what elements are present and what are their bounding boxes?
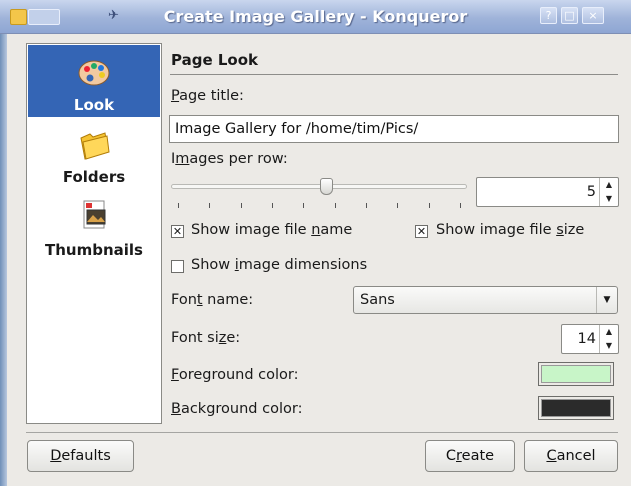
spin-up-icon[interactable]: ▲: [600, 325, 618, 339]
label-text: name:: [202, 292, 254, 308]
label-text: age title:: [179, 88, 244, 104]
label-text: ame: [320, 222, 353, 238]
label-text: C: [445, 448, 457, 464]
desktop-edge: [0, 34, 7, 486]
color-swatch: [541, 399, 611, 417]
page-heading: Page Look: [171, 51, 258, 69]
window-title: Create Image Gallery - Konqueror: [163, 7, 468, 26]
spin-down-icon[interactable]: ▼: [600, 192, 618, 206]
button-divider: [26, 432, 618, 433]
label-text: oreground color:: [178, 367, 299, 383]
slider-tick: [397, 203, 398, 208]
font-name-label: Font name:: [171, 292, 253, 308]
close-button[interactable]: ×: [582, 7, 604, 24]
page-title-label: Page title:: [171, 88, 244, 104]
spinbox-value: 14: [577, 331, 596, 347]
combobox-value: Sans: [360, 292, 395, 308]
label-text: ages per row:: [189, 151, 288, 167]
label-text: Show: [191, 257, 235, 273]
label-accel: F: [171, 367, 179, 383]
label-accel: m: [175, 151, 190, 167]
spinbox-value: 5: [586, 184, 596, 200]
slider-tick: [178, 203, 179, 208]
show-name-label[interactable]: Show image file name: [191, 222, 352, 238]
folder-icon: [80, 132, 110, 160]
show-name-checkbox[interactable]: ✕: [171, 225, 184, 238]
page-title-input[interactable]: [169, 115, 619, 143]
label-text: mage dimensions: [238, 257, 368, 273]
sidebar-item-label: Thumbnails: [45, 241, 143, 259]
show-size-label[interactable]: Show image file size: [436, 222, 584, 238]
label-accel: C: [546, 448, 557, 464]
label-text: eate: [461, 448, 495, 464]
images-per-row-label: Images per row:: [171, 151, 288, 167]
label-text: Font si: [171, 330, 219, 346]
sidebar-item-folders[interactable]: Folders: [28, 120, 160, 190]
label-accel: P: [171, 88, 180, 104]
sidebar-item-look[interactable]: Look: [28, 45, 160, 117]
show-dimensions-label[interactable]: Show image dimensions: [191, 257, 367, 273]
sidebar-item-label: Folders: [62, 168, 126, 186]
checkmark-icon: ✕: [172, 225, 183, 238]
font-size-label: Font size:: [171, 330, 240, 346]
thumbnail-image-icon: [83, 200, 106, 229]
sidebar-item-thumbnails[interactable]: Thumbnails: [28, 194, 160, 264]
label-text: Show image file: [191, 222, 312, 238]
page-sidebar: Look Folders Thumbnails: [26, 43, 162, 424]
font-size-spinbox[interactable]: 14 ▲ ▼: [561, 324, 619, 354]
slider-tick: [460, 203, 461, 208]
slider-handle[interactable]: [319, 178, 333, 195]
font-name-combobox[interactable]: Sans ▼: [353, 286, 618, 314]
background-color-label: Background color:: [171, 401, 302, 417]
label-accel: s: [556, 222, 564, 238]
slider-tick: [335, 203, 336, 208]
label-accel: D: [50, 448, 62, 464]
chevron-down-icon[interactable]: ▼: [596, 287, 617, 313]
defaults-button[interactable]: Defaults: [27, 440, 134, 472]
foreground-color-label: Foreground color:: [171, 367, 299, 383]
images-per-row-spinbox[interactable]: 5 ▲ ▼: [476, 177, 619, 207]
spin-down-icon[interactable]: ▼: [600, 339, 618, 353]
label-text: ize: [563, 222, 585, 238]
slider-tick: [209, 203, 210, 208]
label-text: ancel: [556, 448, 596, 464]
label-text: ackground color:: [180, 401, 303, 417]
palette-icon: [78, 60, 110, 86]
help-button[interactable]: ?: [540, 7, 557, 24]
slider-tick: [272, 203, 273, 208]
show-size-checkbox[interactable]: ✕: [415, 225, 428, 238]
label-text: efaults: [61, 448, 111, 464]
label-accel: B: [171, 401, 181, 417]
show-dimensions-checkbox[interactable]: [171, 260, 184, 273]
slider-tick: [303, 203, 304, 208]
label-text: Show image file: [436, 222, 557, 238]
spin-up-icon[interactable]: ▲: [600, 178, 618, 192]
create-button[interactable]: Create: [425, 440, 515, 472]
label-text: e:: [226, 330, 241, 346]
slider-tick: [429, 203, 430, 208]
foreground-color-button[interactable]: [538, 362, 614, 386]
window-titlebar[interactable]: ✈ Create Image Gallery - Konqueror ? □ ×: [0, 0, 631, 34]
spinbox-arrows: ▲ ▼: [599, 178, 618, 206]
slider-tick: [366, 203, 367, 208]
checkmark-icon: ✕: [416, 225, 427, 238]
spinbox-arrows: ▲ ▼: [599, 325, 618, 353]
maximize-button[interactable]: □: [561, 7, 578, 24]
heading-divider: [170, 74, 618, 75]
color-swatch: [541, 365, 611, 383]
slider-tick: [241, 203, 242, 208]
cancel-button[interactable]: Cancel: [524, 440, 618, 472]
background-color-button[interactable]: [538, 396, 614, 420]
sidebar-item-label: Look: [73, 96, 115, 114]
label-text: Fon: [171, 292, 197, 308]
